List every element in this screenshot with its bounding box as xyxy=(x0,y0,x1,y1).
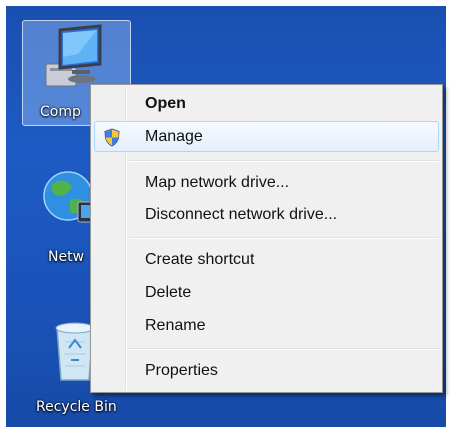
menu-separator xyxy=(129,237,439,239)
menu-item-delete[interactable]: Delete xyxy=(94,277,439,308)
menu-item-manage[interactable]: Manage xyxy=(94,121,439,152)
menu-item-label: Manage xyxy=(145,128,203,145)
menu-item-open[interactable]: Open xyxy=(94,88,439,119)
desktop-icon-label: Comp xyxy=(40,104,81,120)
menu-item-label: Disconnect network drive... xyxy=(145,206,338,223)
menu-item-label: Create shortcut xyxy=(145,251,255,268)
uac-shield-icon xyxy=(104,128,120,147)
menu-item-map-network-drive[interactable]: Map network drive... xyxy=(94,167,439,198)
context-menu: Open Manage Map network drive... Disconn… xyxy=(90,84,443,393)
menu-item-label: Map network drive... xyxy=(145,174,290,191)
menu-separator xyxy=(129,348,439,350)
desktop-icon-label: Recycle Bin xyxy=(36,399,117,415)
menu-item-label: Rename xyxy=(145,317,206,334)
menu-item-label: Properties xyxy=(145,362,218,379)
menu-separator xyxy=(129,160,439,162)
menu-item-rename[interactable]: Rename xyxy=(94,310,439,341)
desktop-icon-label: Netw xyxy=(48,249,85,265)
menu-item-properties[interactable]: Properties xyxy=(94,355,439,386)
menu-item-label: Delete xyxy=(145,284,192,301)
menu-item-disconnect-network-drive[interactable]: Disconnect network drive... xyxy=(94,199,439,230)
menu-item-create-shortcut[interactable]: Create shortcut xyxy=(94,244,439,275)
menu-item-label: Open xyxy=(145,95,186,112)
